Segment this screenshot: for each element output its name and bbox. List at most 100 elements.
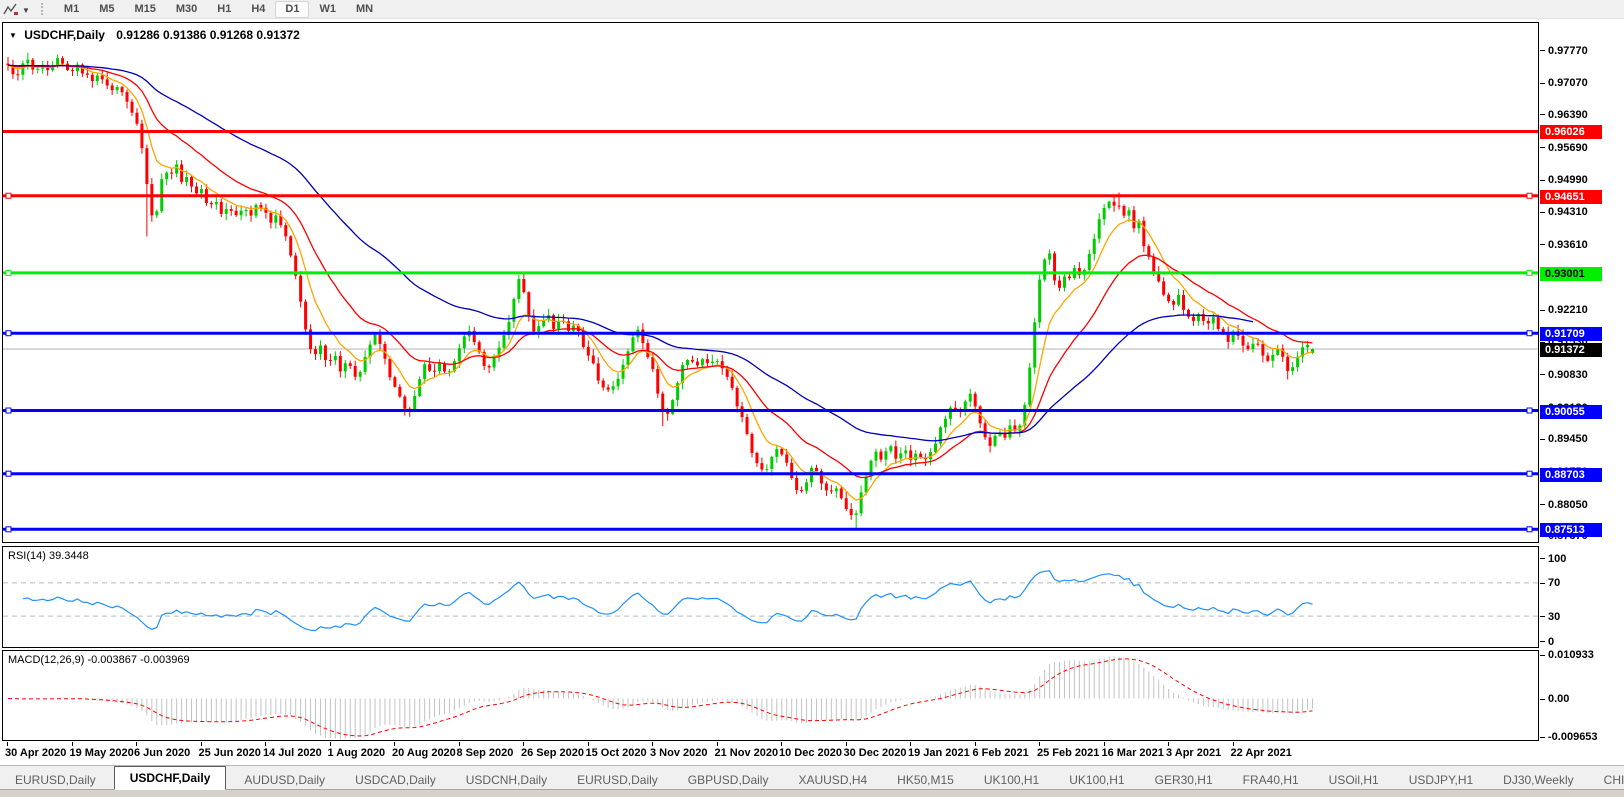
date-label: 6 Jun 2020 <box>134 747 190 759</box>
axis-tick: 0.94310 <box>1540 206 1588 219</box>
date-label: 25 Jun 2020 <box>199 747 261 759</box>
chart-tab-eurusd-daily[interactable]: EURUSD,Daily <box>562 770 673 790</box>
current-price-label: 0.91372 <box>1540 343 1602 357</box>
timeframe-button-w1[interactable]: W1 <box>309 1 346 18</box>
timeframe-button-h1[interactable]: H1 <box>207 1 241 18</box>
axis-tick: 0.010933 <box>1540 649 1594 662</box>
symbol-collapse-arrow[interactable]: ▼ <box>9 31 17 40</box>
timeframe-button-h4[interactable]: H4 <box>241 1 275 18</box>
timeframe-button-mn[interactable]: MN <box>346 1 383 18</box>
hline-handle[interactable] <box>6 193 11 198</box>
date-tick <box>1233 742 1234 746</box>
date-label: 3 Apr 2021 <box>1166 747 1221 759</box>
timeframe-buttons: M1M5M15M30H1H4D1W1MN <box>54 1 383 18</box>
timeframe-button-d1[interactable]: D1 <box>275 1 309 18</box>
date-tick <box>330 742 331 746</box>
toolbar-grip[interactable] <box>41 3 46 15</box>
date-label: 21 Nov 2020 <box>715 747 779 759</box>
date-tick <box>72 742 73 746</box>
date-tick <box>1168 742 1169 746</box>
chart-tab-audusd-daily[interactable]: AUDUSD,Daily <box>229 770 340 790</box>
timeframe-button-m5[interactable]: M5 <box>89 1 124 18</box>
chart-tab-eurusd-daily[interactable]: EURUSD,Daily <box>0 770 111 790</box>
timeframe-button-m30[interactable]: M30 <box>166 1 207 18</box>
date-label: 30 Dec 2020 <box>844 747 907 759</box>
timeframe-button-m15[interactable]: M15 <box>124 1 165 18</box>
rsi-panel[interactable]: RSI(14) 39.3448 <box>2 546 1539 648</box>
chart-tab-usoil-h1[interactable]: USOil,H1 <box>1314 770 1394 790</box>
timeframe-toolbar: ▼ M1M5M15M30H1H4D1W1MN <box>0 0 1624 19</box>
date-label: 30 Apr 2020 <box>5 747 66 759</box>
chart-tab-dj30-weekly[interactable]: DJ30,Weekly <box>1488 770 1588 790</box>
date-tick <box>7 742 8 746</box>
chart-tab-china300-h1[interactable]: CHINA300,H1 <box>1589 770 1624 790</box>
date-tick <box>588 742 589 746</box>
tick-dash <box>1540 310 1545 311</box>
hline-handle[interactable] <box>6 331 11 336</box>
main-chart-panel[interactable]: ▼ USDCHF,Daily 0.91286 0.91386 0.91268 0… <box>2 22 1539 543</box>
chart-tab-usdjpy-h1[interactable]: USDJPY,H1 <box>1394 770 1488 790</box>
hline-handle[interactable] <box>6 471 11 476</box>
tool-dropdown-arrow[interactable]: ▼ <box>22 6 30 15</box>
candlesticks-layer <box>7 53 1314 529</box>
hline-price-label: 0.94651 <box>1540 190 1602 204</box>
chart-tab-hk50-m15[interactable]: HK50,M15 <box>882 770 969 790</box>
date-tick <box>910 742 911 746</box>
macd-panel[interactable]: MACD(12,26,9) -0.003867 -0.003969 <box>2 650 1539 741</box>
date-label: 19 Jan 2021 <box>908 747 970 759</box>
date-label: 8 Sep 2020 <box>457 747 514 759</box>
tick-dash <box>1540 50 1545 51</box>
chart-tab-usdchf-daily[interactable]: USDCHF,Daily <box>114 766 227 790</box>
hline-price-label: 0.96026 <box>1540 125 1602 139</box>
slow-ma-line <box>8 65 1253 441</box>
axis-tick: 0.93610 <box>1540 238 1588 251</box>
chart-tab-usdcad-daily[interactable]: USDCAD,Daily <box>340 770 451 790</box>
hline-handle[interactable] <box>6 527 11 532</box>
tick-dash <box>1540 737 1545 738</box>
axis-tick: 70 <box>1540 577 1560 590</box>
hline-handle[interactable] <box>1527 331 1532 336</box>
axis-tick-value: 0.89450 <box>1548 433 1588 445</box>
axis-tick-value: 0.97770 <box>1548 45 1588 57</box>
hline-handle[interactable] <box>1527 408 1532 413</box>
chart-tab-ger30-h1[interactable]: GER30,H1 <box>1140 770 1228 790</box>
main-chart-plot[interactable] <box>3 23 1538 542</box>
axis-tick-value: 100 <box>1548 553 1566 565</box>
hline-handle[interactable] <box>1527 270 1532 275</box>
date-tick <box>975 742 976 746</box>
chart-tab-uk100-h1[interactable]: UK100,H1 <box>1054 770 1139 790</box>
chart-tab-gbpusd-daily[interactable]: GBPUSD,Daily <box>673 770 784 790</box>
axis-tick: 0.92210 <box>1540 304 1588 317</box>
timeframe-button-m1[interactable]: M1 <box>54 1 89 18</box>
chart-line-tool-icon[interactable]: ▼ <box>3 3 32 16</box>
hline-handle[interactable] <box>6 270 11 275</box>
axis-tick-value: 0.010933 <box>1548 649 1594 661</box>
rsi-label: RSI(14) 39.3448 <box>8 550 89 562</box>
axis-tick: 30 <box>1540 610 1560 623</box>
hline-handle[interactable] <box>6 408 11 413</box>
axis-tick: 0.89450 <box>1540 433 1588 446</box>
date-tick <box>394 742 395 746</box>
chart-tab-xauusd-h4[interactable]: XAUUSD,H4 <box>783 770 882 790</box>
axis-tick-value: 0.96390 <box>1548 109 1588 121</box>
tick-dash <box>1540 655 1545 656</box>
hline-handle[interactable] <box>1527 471 1532 476</box>
date-axis[interactable]: 30 Apr 202019 May 20206 Jun 202025 Jun 2… <box>2 742 1539 764</box>
axis-tick-value: 0.94310 <box>1548 206 1588 218</box>
tick-dash <box>1540 244 1545 245</box>
price-axis[interactable]: 0.977700.970700.963900.956900.949900.943… <box>1540 22 1624 764</box>
chart-tab-usdcnh-daily[interactable]: USDCNH,Daily <box>451 770 562 790</box>
axis-tick: 0.88050 <box>1540 498 1588 511</box>
date-label: 16 Mar 2021 <box>1102 747 1164 759</box>
chart-tab-uk100-h1[interactable]: UK100,H1 <box>969 770 1054 790</box>
date-tick <box>717 742 718 746</box>
axis-tick-value: 0.00 <box>1548 693 1569 705</box>
date-tick <box>136 742 137 746</box>
date-tick <box>781 742 782 746</box>
axis-tick: 0.97070 <box>1540 77 1588 90</box>
chart-tab-fra40-h1[interactable]: FRA40,H1 <box>1228 770 1314 790</box>
medium-ma-line <box>8 65 1312 477</box>
hline-handle[interactable] <box>1527 193 1532 198</box>
hline-handle[interactable] <box>1527 527 1532 532</box>
date-tick <box>459 742 460 746</box>
